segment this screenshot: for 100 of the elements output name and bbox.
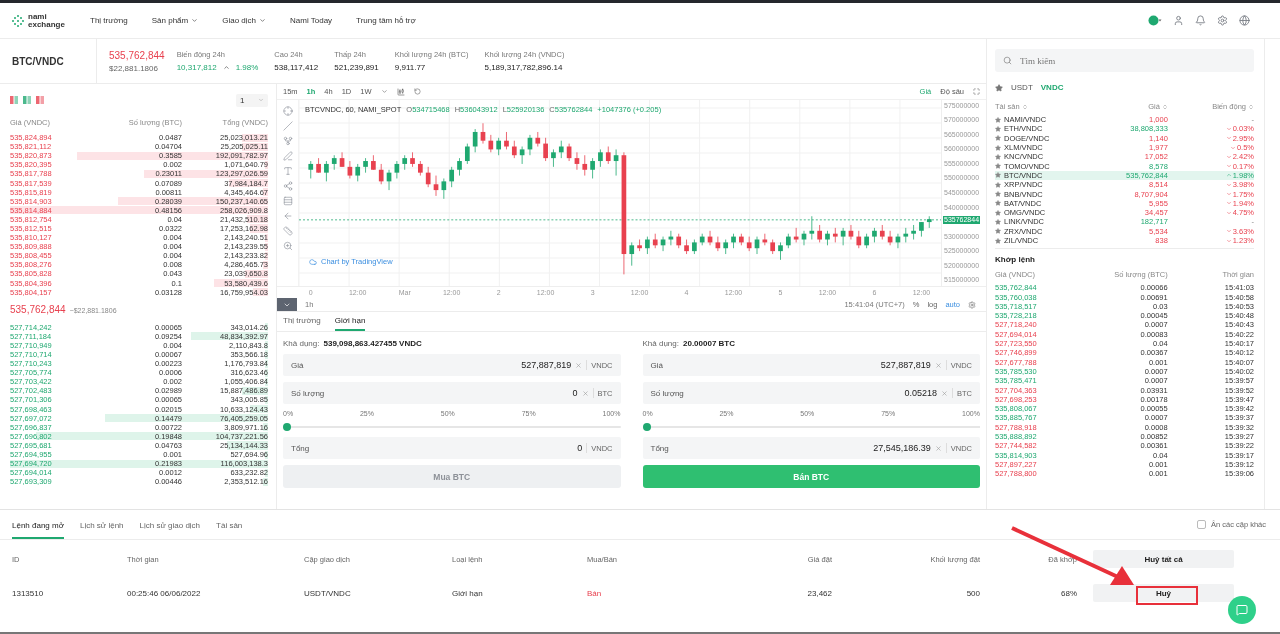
sort-icon[interactable]	[1161, 103, 1168, 110]
avatar-icon[interactable]	[1148, 15, 1162, 26]
slider-thumb[interactable]	[642, 423, 651, 431]
nodes-icon[interactable]	[282, 181, 293, 191]
star-icon[interactable]	[995, 172, 1001, 179]
field-value[interactable]: 27,545,186.39	[672, 443, 931, 453]
field-value[interactable]: 0	[313, 443, 583, 453]
slider[interactable]	[283, 423, 621, 431]
quote-tab[interactable]: USDT	[1011, 83, 1033, 92]
field-value[interactable]: 0.05218	[687, 388, 937, 398]
notification-icon[interactable]	[1195, 15, 1206, 26]
line-tool-icon[interactable]	[282, 121, 293, 131]
fork-icon[interactable]	[282, 136, 293, 146]
layout-icon[interactable]	[23, 96, 31, 104]
arrow-left-icon[interactable]	[282, 211, 293, 221]
caret-up-icon	[222, 64, 230, 71]
pair-title: BTC/VNDC	[0, 39, 97, 83]
field-label: Tổng	[291, 443, 310, 453]
star-icon[interactable]	[995, 163, 1001, 170]
clear-icon[interactable]	[934, 444, 942, 452]
cancel-all-button[interactable]: Huỷ tất cả	[1093, 550, 1234, 568]
layout-icon[interactable]	[10, 96, 18, 104]
star-icon[interactable]	[995, 209, 1001, 216]
star-icon[interactable]	[995, 191, 1001, 197]
candle	[919, 221, 924, 237]
star-icon[interactable]	[995, 83, 1003, 92]
fullscreen-icon[interactable]	[973, 88, 980, 95]
field-value[interactable]: 527,887,819	[666, 360, 931, 370]
star-icon[interactable]	[995, 144, 1001, 151]
nav-link[interactable]: Sản phẩm	[151, 16, 199, 25]
zoom-in-icon[interactable]	[282, 241, 293, 251]
orders-tab[interactable]: Lịch sử giao dịch	[139, 521, 201, 539]
orders-tab[interactable]: Tài sản	[216, 521, 243, 539]
slider-thumb[interactable]	[283, 423, 291, 431]
sort-icon[interactable]	[1021, 103, 1028, 110]
candle	[457, 157, 462, 176]
candles-icon[interactable]	[396, 87, 405, 96]
checkbox[interactable]	[1196, 520, 1206, 529]
star-icon[interactable]	[995, 135, 1001, 142]
cancel-button[interactable]: Huỷ	[1093, 584, 1234, 602]
nav-link[interactable]: Trung tâm hỗ trợ	[356, 16, 416, 25]
available-label: Khả dụng:	[283, 339, 320, 348]
layout-icon[interactable]	[36, 96, 44, 104]
highlight-box	[1136, 586, 1198, 605]
search-icon	[1003, 56, 1012, 65]
order-type-tab[interactable]: Thị trường	[283, 312, 321, 331]
nav-link[interactable]: Nami Today	[290, 16, 333, 25]
clear-icon[interactable]	[941, 389, 948, 397]
field-value[interactable]: 527,887,819	[307, 360, 572, 370]
text-tool-icon[interactable]	[282, 166, 293, 176]
orders-tab[interactable]: Lệnh đang mở	[12, 521, 64, 539]
settings-icon[interactable]	[1217, 15, 1228, 26]
star-icon[interactable]	[995, 228, 1001, 235]
clear-icon[interactable]	[581, 389, 589, 397]
candle	[472, 128, 478, 153]
candle	[558, 140, 564, 159]
chat-button[interactable]	[1228, 596, 1256, 624]
nav-link[interactable]: Thị trường	[90, 16, 128, 25]
clear-icon[interactable]	[575, 361, 583, 369]
candle	[363, 157, 368, 174]
candle	[895, 233, 901, 249]
order-type-tab[interactable]: Giới hạn	[334, 312, 366, 331]
last-price: 535,762,844	[109, 49, 165, 61]
nav-link[interactable]: Giao dịch	[222, 16, 266, 25]
caret-icon	[259, 17, 266, 24]
field-value[interactable]: 0	[328, 388, 578, 398]
caret-icon[interactable]	[380, 88, 388, 95]
candle	[786, 233, 791, 249]
star-icon[interactable]	[995, 116, 1001, 123]
star-icon[interactable]	[995, 237, 1001, 244]
grouping-select[interactable]: 1	[236, 93, 268, 107]
search-input[interactable]: Tìm kiếm	[1018, 54, 1246, 67]
candle	[551, 149, 556, 168]
star-icon[interactable]	[995, 125, 1001, 132]
candle	[316, 157, 321, 174]
candle	[449, 166, 454, 188]
search-field[interactable]: Tìm kiếm	[995, 49, 1254, 72]
pen-icon[interactable]	[282, 151, 293, 161]
globe-icon[interactable]	[1239, 15, 1250, 26]
last-price: 535,762,844	[10, 303, 66, 315]
star-icon[interactable]	[995, 218, 1001, 225]
orders-tab[interactable]: Lịch sử lệnh	[79, 521, 124, 539]
candle	[739, 233, 744, 246]
slider[interactable]	[642, 423, 980, 431]
star-icon[interactable]	[995, 200, 1001, 207]
star-icon[interactable]	[995, 181, 1001, 188]
settings-icon[interactable]	[968, 300, 976, 309]
clear-icon[interactable]	[934, 361, 942, 369]
candle	[496, 137, 501, 156]
crosshair-icon[interactable]	[282, 106, 293, 116]
ruler-icon[interactable]	[282, 226, 293, 236]
sort-icon[interactable]	[1248, 103, 1254, 110]
star-icon[interactable]	[995, 153, 1001, 160]
user-icon[interactable]	[1173, 15, 1184, 26]
collapse-button[interactable]	[277, 298, 297, 311]
candle	[770, 239, 775, 255]
rows-icon[interactable]	[282, 196, 293, 206]
usd-price: $22,881.1806	[109, 63, 159, 73]
candle	[801, 230, 807, 246]
undo-icon[interactable]	[413, 88, 421, 95]
